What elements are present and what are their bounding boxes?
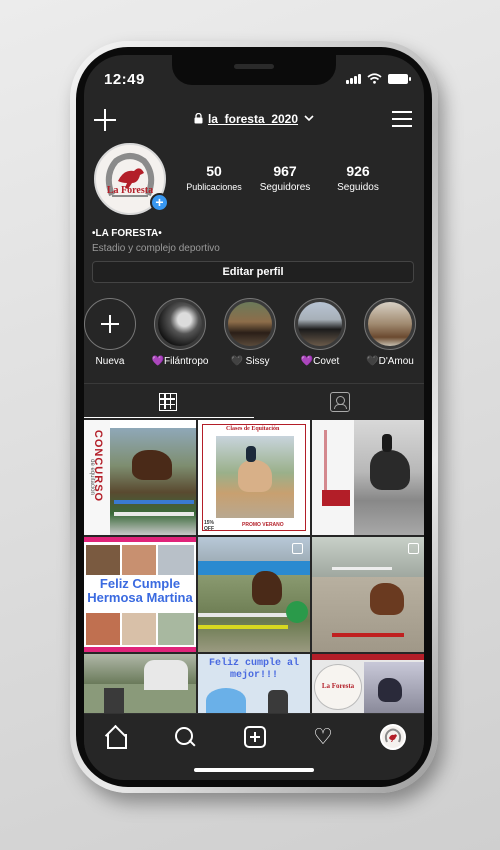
tab-tagged[interactable] xyxy=(254,384,424,418)
profile-tab-avatar[interactable] xyxy=(380,724,406,750)
highlight-sissy[interactable]: 🖤 Sissy xyxy=(218,298,282,367)
stat-following[interactable]: 926 Seguidos xyxy=(322,163,394,193)
post-9[interactable]: La Foresta xyxy=(312,654,424,713)
account-switcher[interactable]: la_foresta_2020 xyxy=(84,111,424,126)
hamburger-icon xyxy=(392,111,412,113)
menu-button[interactable] xyxy=(392,111,412,127)
post-2[interactable]: Clases de Equitación 15% OFF PROMO VERAN… xyxy=(198,420,310,535)
highlight-filantropo[interactable]: 💜Filántropo xyxy=(148,298,212,367)
heart-icon[interactable]: ♡ xyxy=(312,726,334,748)
post-7[interactable] xyxy=(84,654,196,713)
add-square-icon[interactable] xyxy=(244,726,266,748)
post-9-logo: La Foresta xyxy=(321,682,355,690)
story-highlights: Nueva 💜Filántropo 🖤 Sissy 💜Covet 🖤D'Amou xyxy=(84,298,424,368)
post-8[interactable]: Feliz cumple al mejor!!! xyxy=(198,654,310,713)
tab-posts-grid[interactable] xyxy=(84,384,254,418)
edit-profile-button[interactable]: Editar perfil xyxy=(92,261,414,283)
highlight-covet[interactable]: 💜Covet xyxy=(288,298,352,367)
chevron-down-icon xyxy=(304,115,314,122)
stat-followers[interactable]: 967 Seguidores xyxy=(249,163,321,193)
post-2-badge: 15% OFF xyxy=(204,520,215,532)
post-1[interactable]: CONCURSO de equitación xyxy=(84,420,196,535)
post-6[interactable] xyxy=(312,537,424,652)
plus-icon xyxy=(84,298,136,350)
tagged-icon xyxy=(330,392,350,412)
post-2-promo: PROMO VERANO xyxy=(242,522,284,528)
speaker xyxy=(234,64,274,69)
lock-icon xyxy=(194,113,203,124)
profile-header: la_foresta_2020 xyxy=(84,105,424,135)
post-5[interactable] xyxy=(198,537,310,652)
home-icon[interactable] xyxy=(104,726,127,749)
signal-icon xyxy=(346,73,361,84)
home-indicator xyxy=(194,768,314,772)
highlight-new[interactable]: Nueva xyxy=(84,298,142,367)
battery-icon xyxy=(388,73,411,84)
posts-grid: CONCURSO de equitación Clases de Equitac… xyxy=(84,420,424,713)
search-icon[interactable] xyxy=(174,726,196,748)
status-time: 12:49 xyxy=(104,71,145,88)
post-4[interactable]: Feliz Cumple Hermosa Martina xyxy=(84,537,196,652)
profile-tabs xyxy=(84,383,424,419)
stat-posts[interactable]: 50 Publicaciones xyxy=(181,163,247,192)
post-1-subtitle: de equitación xyxy=(88,459,95,495)
post-8-title: Feliz cumple al mejor!!! xyxy=(208,658,299,681)
phone-screen: 12:49 la_foresta_2020 La Foresta + 50 Pu… xyxy=(84,55,424,780)
post-4-title: Feliz Cumple Hermosa Martina xyxy=(87,576,193,605)
username: la_foresta_2020 xyxy=(207,111,299,126)
profile-name: •LA FORESTA• xyxy=(92,228,162,239)
notch xyxy=(172,55,336,85)
bottom-navigation: ♡ xyxy=(84,713,424,760)
grid-icon xyxy=(159,393,177,411)
profile-bio: Estadio y complejo deportivo xyxy=(92,243,220,254)
wifi-icon xyxy=(367,73,382,84)
highlight-damour[interactable]: 🖤D'Amou xyxy=(358,298,422,367)
post-3[interactable] xyxy=(312,420,424,535)
status-icons xyxy=(346,73,411,84)
add-story-icon[interactable]: + xyxy=(150,193,169,212)
post-2-title: Clases de Equitación xyxy=(226,426,280,432)
mini-horseshoe-logo xyxy=(384,728,402,743)
